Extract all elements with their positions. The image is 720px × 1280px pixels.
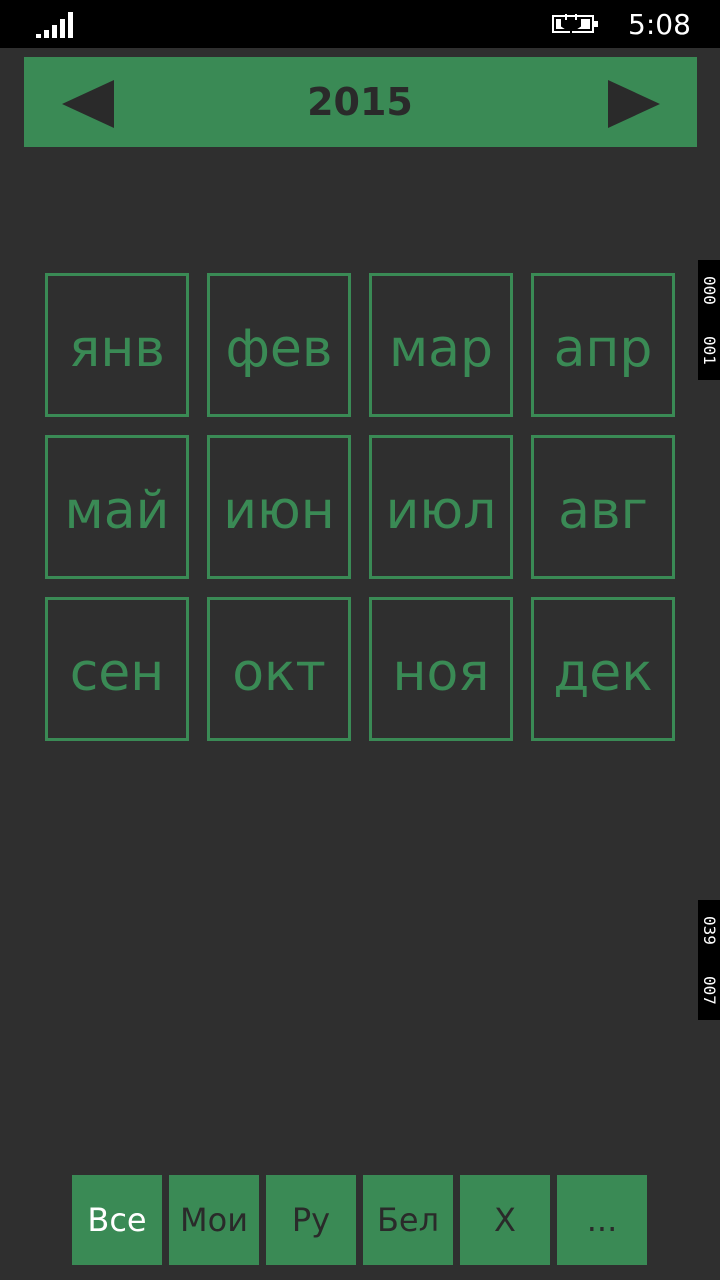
month-label: июн xyxy=(223,481,335,541)
frame-counter-bottom: 039 007 xyxy=(698,900,720,1020)
status-bar: 5:08 xyxy=(0,0,720,48)
triangle-right-icon[interactable] xyxy=(608,80,660,128)
month-tile-jan[interactable]: янв xyxy=(45,273,189,417)
filter-x-button[interactable]: Х xyxy=(460,1175,550,1265)
month-tile-sep[interactable]: сен xyxy=(45,597,189,741)
month-tile-dec[interactable]: дек xyxy=(531,597,675,741)
month-label: май xyxy=(64,481,170,541)
status-clock: 5:08 xyxy=(628,8,691,41)
signal-bars-icon xyxy=(36,12,73,38)
filter-mine-button[interactable]: Мои xyxy=(169,1175,259,1265)
month-tile-may[interactable]: май xyxy=(45,435,189,579)
counter-value: 001 xyxy=(700,335,719,365)
month-label: янв xyxy=(69,319,165,379)
filter-bar: Все Мои Ру Бел Х ... xyxy=(72,1175,647,1265)
month-tile-apr[interactable]: апр xyxy=(531,273,675,417)
filter-more-button[interactable]: ... xyxy=(557,1175,647,1265)
month-tile-mar[interactable]: мар xyxy=(369,273,513,417)
filter-bel-button[interactable]: Бел xyxy=(363,1175,453,1265)
month-tile-nov[interactable]: ноя xyxy=(369,597,513,741)
month-label: окт xyxy=(232,643,326,703)
month-tile-jul[interactable]: июл xyxy=(369,435,513,579)
month-label: фев xyxy=(225,319,333,379)
counter-value: 007 xyxy=(700,975,719,1005)
month-tile-oct[interactable]: окт xyxy=(207,597,351,741)
month-label: апр xyxy=(553,319,653,379)
counter-value: 039 xyxy=(700,915,719,945)
month-label: июл xyxy=(385,481,497,541)
month-label: мар xyxy=(388,319,494,379)
months-grid: янв фев мар апр май июн июл авг сен окт … xyxy=(45,273,675,741)
month-label: дек xyxy=(553,643,653,703)
battery-charging-icon xyxy=(552,14,598,35)
month-label: сен xyxy=(69,643,165,703)
counter-value: 000 xyxy=(700,275,719,305)
month-tile-jun[interactable]: июн xyxy=(207,435,351,579)
frame-counter-top: 000 001 xyxy=(698,260,720,380)
triangle-left-icon[interactable] xyxy=(62,80,114,128)
month-tile-feb[interactable]: фев xyxy=(207,273,351,417)
month-label: ноя xyxy=(392,643,490,703)
month-label: авг xyxy=(558,481,648,541)
month-tile-aug[interactable]: авг xyxy=(531,435,675,579)
filter-all-button[interactable]: Все xyxy=(72,1175,162,1265)
year-title: 2015 xyxy=(307,80,413,124)
filter-ru-button[interactable]: Ру xyxy=(266,1175,356,1265)
